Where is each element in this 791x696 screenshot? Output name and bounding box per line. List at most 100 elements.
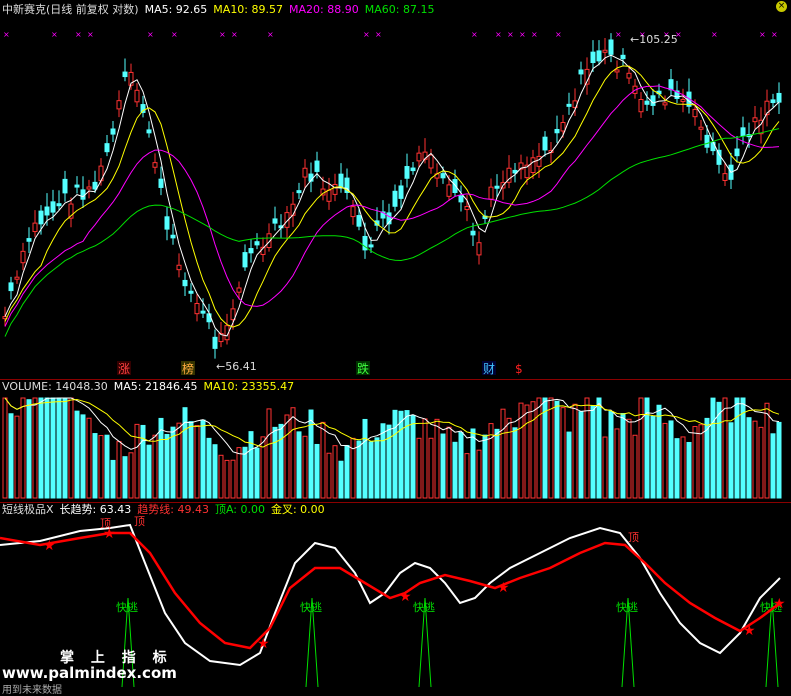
candle-body — [350, 206, 356, 218]
volume-bar — [56, 397, 62, 499]
candle-body — [296, 190, 302, 194]
candle-body — [326, 189, 332, 202]
volume-bar — [170, 426, 176, 499]
candle-body — [170, 234, 176, 239]
candle-body — [398, 185, 404, 199]
volume-bar — [248, 431, 254, 499]
signal-x-mark: × — [531, 30, 538, 39]
top-signal-label: 顶 — [100, 517, 111, 530]
volume-bar — [746, 417, 752, 499]
candle-body — [644, 100, 650, 105]
volume-bar — [656, 404, 662, 499]
escape-signal-label: 快逃 — [116, 601, 138, 614]
volume-bar — [164, 433, 170, 499]
candle-body — [356, 215, 362, 227]
volume-bar — [404, 410, 410, 499]
volume-bar — [368, 441, 374, 499]
candle-body — [680, 99, 686, 103]
candle-body — [146, 129, 152, 134]
candle-body — [158, 178, 164, 188]
golden-cross-label: 金叉: 0.00 — [270, 503, 325, 516]
cross-star-marker: ★ — [257, 636, 270, 652]
volume-bar — [482, 434, 488, 499]
volume-bar — [776, 421, 782, 499]
candlestick-chart[interactable]: × × × × × × × × × × × × × × × × × × × × × × × ×←105.25←56.41涨榜跌… — [0, 0, 791, 380]
volume-bar — [392, 409, 398, 499]
candle-body — [554, 128, 560, 134]
candle-body — [410, 167, 416, 172]
cross-star-marker: ★ — [43, 538, 56, 554]
volume-pane[interactable]: VOLUME: 14048.30 MA5: 21846.45 MA10: 23355… — [0, 380, 791, 502]
candle-body — [242, 252, 248, 268]
candle-body — [446, 184, 452, 197]
cross-star-marker: ★ — [497, 580, 510, 596]
vol-ma5-label: MA5: 21846.45 — [113, 380, 198, 393]
candle-body — [662, 102, 668, 106]
close-icon[interactable]: × — [776, 1, 787, 12]
candle-body — [248, 248, 254, 254]
signal-x-mark: × — [363, 30, 370, 39]
volume-bar — [272, 426, 278, 499]
volume-bar — [428, 437, 434, 499]
volume-bar — [26, 399, 32, 499]
volume-bar — [350, 437, 356, 499]
volume-bar — [662, 422, 668, 499]
volume-bar — [290, 407, 296, 499]
signal-x-mark: × — [51, 30, 58, 39]
candle-body — [494, 185, 500, 189]
signal-x-mark: × — [759, 30, 766, 39]
volume-bar — [512, 427, 518, 499]
volume-bar — [614, 428, 620, 499]
volume-bar — [110, 459, 116, 499]
signal-x-mark: × — [267, 30, 274, 39]
signal-x-mark: × — [75, 30, 82, 39]
top-signal-label: 顶 — [628, 531, 639, 544]
candle-body — [74, 184, 80, 188]
volume-bar — [152, 434, 158, 499]
cross-star-marker: ★ — [773, 596, 786, 612]
volume-bar — [722, 397, 728, 499]
ma20-label: MA20: 88.90 — [289, 3, 359, 16]
candle-body — [176, 264, 182, 271]
volume-bar — [212, 444, 218, 499]
volume-bar — [326, 452, 332, 499]
candle-body — [182, 279, 188, 287]
candle-body — [164, 216, 170, 230]
signal-x-mark: × — [519, 30, 526, 39]
candle-body — [452, 179, 458, 193]
volume-bar — [470, 428, 476, 499]
signal-x-mark: × — [507, 30, 514, 39]
candle-body — [200, 310, 206, 314]
volume-bar — [578, 411, 584, 499]
volume-bar — [674, 438, 680, 499]
volume-bar — [434, 418, 440, 499]
candle-body — [152, 162, 158, 168]
volume-bar — [38, 397, 44, 499]
volume-bar — [398, 410, 404, 499]
volume-bar — [374, 437, 380, 499]
ma60-label: MA60: 87.15 — [364, 3, 435, 16]
volume-bar — [128, 452, 134, 499]
price-low-mark: ←56.41 — [216, 360, 257, 373]
volume-bar — [608, 411, 614, 499]
price-pane[interactable]: × × × × × × × × × × × × × × × × × × × × × × × × ←105.25 ←56.41 涨榜跌… — [0, 0, 791, 380]
signal-x-mark: × — [615, 30, 622, 39]
volume-bar — [44, 397, 50, 499]
volume-bar — [632, 434, 638, 499]
volume-bar — [362, 418, 368, 499]
price-high-mark: ←105.25 — [630, 33, 678, 46]
volume-bar — [602, 436, 608, 499]
signal-x-mark: × — [219, 30, 226, 39]
candle-body — [62, 178, 68, 194]
candle-body — [38, 210, 44, 225]
volume-bar — [572, 403, 578, 499]
volume-bar — [650, 415, 656, 499]
vol-ma10-label: MA10: 23355.47 — [203, 380, 295, 393]
indicator-header: 短线极品X 长趋势: 63.43 趋势线: 49.43 顶A: 0.00 金叉: 0.0… — [2, 503, 331, 517]
volume-chart[interactable] — [0, 380, 791, 502]
escape-signal-label: 快逃 — [413, 601, 435, 614]
volume-bar — [464, 453, 470, 499]
event-label: 榜 — [182, 361, 194, 376]
volume-bar — [356, 440, 362, 499]
volume-bar — [596, 397, 602, 499]
